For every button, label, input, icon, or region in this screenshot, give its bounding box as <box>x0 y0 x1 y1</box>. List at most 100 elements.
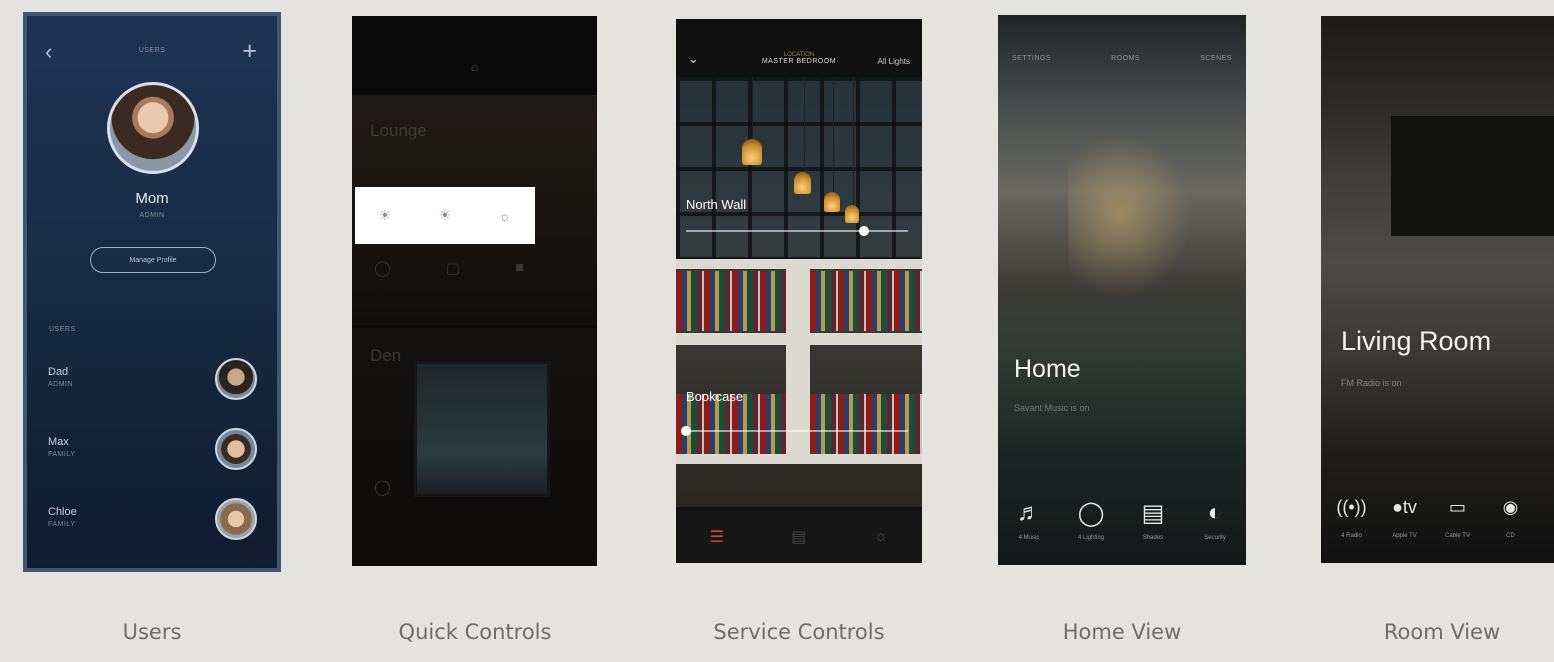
users-section-label: Users <box>49 326 76 333</box>
profile-avatar[interactable] <box>107 82 199 174</box>
scenes-icon[interactable]: ☼ <box>874 528 889 546</box>
lamp-cord <box>804 77 805 172</box>
service-label: Cable TV <box>1445 533 1470 539</box>
radio-icon: ((•)) <box>1336 497 1367 517</box>
shelf <box>676 454 922 464</box>
shelf-divider <box>786 259 810 459</box>
room-label: Lounge <box>370 121 427 140</box>
service-label: 4 Music <box>1018 535 1040 541</box>
caption-room-view: Room View <box>1383 620 1501 644</box>
services-bar: ((•)) 4 Radio ●tv Apple TV ▭ Cable TV ◉ … <box>1321 497 1554 539</box>
service-cable-tv[interactable]: ▭ Cable TV <box>1435 497 1480 539</box>
quick-controls-screen: ⌂ Lounge ☀ ☀ ☼ ◯ ▢ ■ Den ◯ <box>352 16 597 566</box>
tv-icon: ▭ <box>1448 497 1466 517</box>
lamp-cord <box>752 77 753 139</box>
avatar <box>215 428 257 470</box>
services-bar: ♬ 4 Music ◯ 4 Lighting ▤ Shades ◐ Securi… <box>998 499 1246 541</box>
caption-home-view: Home View <box>1062 620 1182 644</box>
apple-tv-icon: ●tv <box>1392 497 1417 517</box>
service-lighting[interactable]: ◯ 4 Lighting <box>1063 499 1119 541</box>
user-name: Max <box>48 436 69 448</box>
service-cd[interactable]: ◉ CD <box>1488 497 1533 539</box>
home-view-screen: SETTINGS ROOMS SCENES Home Savant Music … <box>998 15 1246 565</box>
user-name: Dad <box>48 366 69 378</box>
manage-profile-button[interactable]: Manage Profile <box>90 247 216 273</box>
profile-name: Mom <box>135 190 169 207</box>
window-image <box>414 361 550 497</box>
header <box>676 19 922 77</box>
page-title: Home <box>1014 355 1081 383</box>
nav-rooms[interactable]: ROOMS <box>1111 55 1140 62</box>
books <box>810 394 922 454</box>
slider-label: North Wall <box>686 197 747 212</box>
bookcase-slider[interactable] <box>686 430 908 432</box>
brightness-high-icon[interactable]: ☼ <box>498 208 511 224</box>
list-icon[interactable]: ▤ <box>791 527 806 547</box>
pendant-lamp <box>845 205 859 223</box>
nav-settings[interactable]: SETTINGS <box>1012 55 1051 62</box>
pendant-lamp <box>794 172 811 194</box>
slider-label: Bookcase <box>686 389 744 404</box>
lighting-scene-panel: ☀ ☀ ☼ <box>355 187 535 244</box>
service-shades[interactable]: ▤ Shades <box>1125 499 1181 541</box>
shades-icon: ▤ <box>1141 500 1165 527</box>
slider-knob[interactable] <box>858 226 869 236</box>
cd-icon: ◉ <box>1502 497 1519 517</box>
avatar <box>215 498 257 540</box>
room-view-screen: Living Room FM Radio is on ((•)) 4 Radio… <box>1321 16 1554 563</box>
avatar <box>215 358 257 400</box>
shades-icon[interactable]: ■ <box>515 259 524 277</box>
shield-icon: ◐ <box>1207 499 1223 526</box>
caption-quick-controls: Quick Controls <box>398 620 552 644</box>
lamp-cord <box>853 77 854 205</box>
page-title: Living Room <box>1341 326 1492 356</box>
home-icon[interactable]: ⌂ <box>352 60 597 74</box>
user-row[interactable]: Dad Admin <box>23 358 281 418</box>
tv-icon[interactable]: ▢ <box>446 259 460 277</box>
books <box>676 271 786 331</box>
user-row[interactable]: Max Family <box>23 428 281 488</box>
status-text: FM Radio is on <box>1341 378 1402 388</box>
caption-users: Users <box>122 620 182 644</box>
profile-role: Admin <box>139 212 165 219</box>
service-label: 4 Radio <box>1341 533 1362 539</box>
sliders-icon[interactable]: ☰ <box>710 527 724 547</box>
service-music[interactable]: ♬ 4 Music <box>1001 499 1057 541</box>
background-photo <box>1068 125 1198 305</box>
background-photo <box>1391 116 1554 236</box>
users-screen: ‹ USERS + Mom Admin Manage Profile Users… <box>23 12 281 572</box>
service-label: 4 Lighting <box>1077 535 1105 541</box>
pendant-lamp <box>742 139 762 165</box>
service-label: CD <box>1506 533 1515 539</box>
service-label: Shades <box>1142 535 1164 541</box>
books <box>810 271 922 331</box>
north-wall-slider[interactable] <box>686 230 908 232</box>
plus-icon[interactable]: + <box>242 37 257 66</box>
user-role: Family <box>48 451 76 458</box>
brightness-medium-icon[interactable]: ☀ <box>439 207 452 224</box>
lightbulb-icon[interactable]: ◯ <box>374 259 391 277</box>
pendant-lamp <box>824 192 840 212</box>
lightbulb-icon: ◯ <box>1077 500 1105 527</box>
user-role: Admin <box>48 381 74 388</box>
user-role: Family <box>48 521 76 528</box>
service-radio[interactable]: ((•)) 4 Radio <box>1329 497 1374 539</box>
service-label: Security <box>1204 535 1226 541</box>
top-nav: SETTINGS ROOMS SCENES <box>998 55 1246 62</box>
all-lights-button[interactable]: All Lights <box>878 57 910 66</box>
nav-scenes[interactable]: SCENES <box>1200 55 1232 62</box>
slider-knob[interactable] <box>681 426 691 436</box>
service-controls-screen: ⌄ LOCATION MASTER BEDROOM All Lights Nor… <box>676 19 922 563</box>
music-icon: ♬ <box>1017 499 1041 526</box>
lamp-cord <box>833 77 834 192</box>
lightbulb-icon[interactable]: ◯ <box>374 478 391 496</box>
service-security[interactable]: ◐ Security <box>1187 499 1243 541</box>
user-row[interactable]: Chloe Family <box>23 498 281 558</box>
service-tab-bar: ☰ ▤ ☼ <box>676 511 922 563</box>
brightness-low-icon[interactable]: ☀ <box>379 207 392 224</box>
caption-service-controls: Service Controls <box>713 620 885 644</box>
service-apple-tv[interactable]: ●tv Apple TV <box>1382 497 1427 539</box>
room-label: Den <box>370 346 402 365</box>
room-quick-icons: ◯ ▢ ■ <box>374 259 524 277</box>
service-label: Apple TV <box>1392 533 1417 539</box>
